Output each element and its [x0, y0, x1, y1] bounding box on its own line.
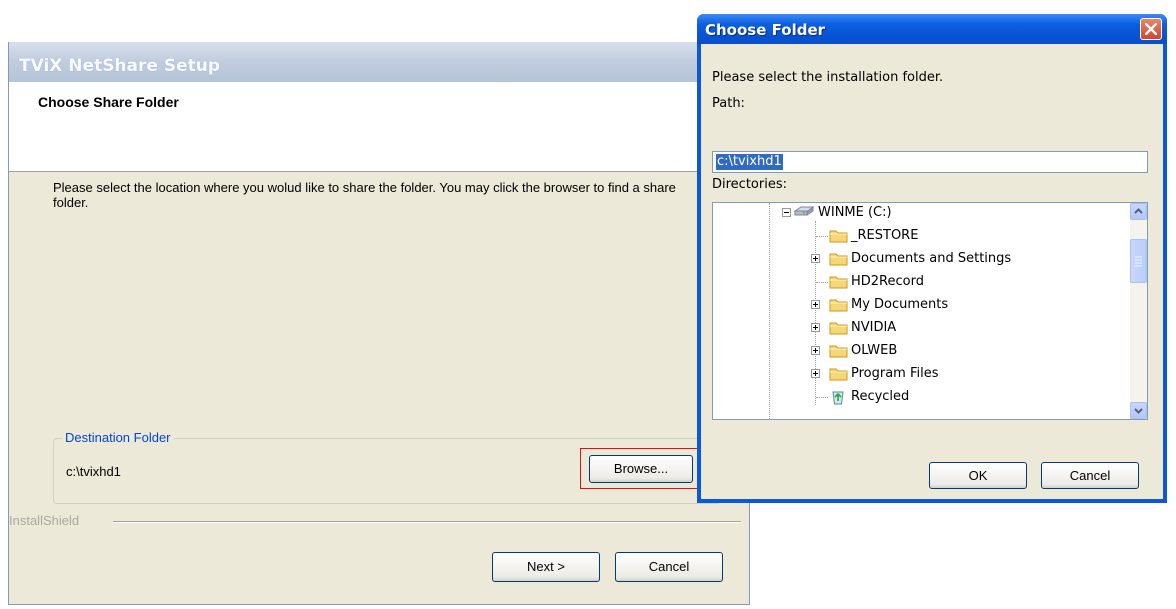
close-icon: [1145, 23, 1157, 35]
grip-icon: [1135, 256, 1142, 267]
directories-label: Directories:: [712, 177, 787, 192]
tree-item-drive[interactable]: WINME (C:): [713, 203, 1123, 224]
folder-icon: [829, 320, 849, 340]
tree-item[interactable]: Recycled: [713, 386, 1123, 408]
path-input[interactable]: c:\tvixhd1: [712, 151, 1148, 173]
setup-window-title: TViX NetShare Setup: [19, 56, 221, 76]
scroll-down-button[interactable]: [1130, 402, 1147, 419]
destination-path: c:\tvixhd1: [66, 464, 121, 479]
tree-item-label: NVIDIA: [851, 320, 897, 335]
tree-item[interactable]: _RESTORE: [713, 225, 1123, 247]
path-input-value: c:\tvixhd1: [716, 154, 783, 170]
close-button[interactable]: [1140, 18, 1162, 40]
tree-item-label: WINME (C:): [818, 205, 892, 220]
dialog-cancel-button[interactable]: Cancel: [1041, 462, 1139, 489]
tree-item[interactable]: Documents and Settings: [713, 248, 1123, 270]
browse-button[interactable]: Browse...: [589, 455, 693, 483]
cancel-button[interactable]: Cancel: [615, 552, 723, 582]
setup-description: Please select the location where you wol…: [53, 180, 676, 210]
tree-guide-line: [816, 397, 828, 398]
tree-guide-line: [816, 282, 828, 283]
tree-item[interactable]: HD2Record: [713, 271, 1123, 293]
setup-header: Choose Share Folder: [9, 82, 749, 172]
folder-icon: [829, 228, 849, 248]
folder-icon: [829, 297, 849, 317]
tree-item-label: _RESTORE: [851, 228, 919, 243]
collapse-icon[interactable]: [782, 208, 791, 217]
scroll-thumb[interactable]: [1130, 239, 1147, 283]
tree-item-label: HD2Record: [851, 274, 924, 289]
folder-icon: [829, 343, 849, 363]
brand-divider: [113, 521, 741, 523]
expand-icon[interactable]: [811, 346, 820, 355]
tree-scrollbar[interactable]: [1130, 203, 1147, 419]
tree-guide-line: [816, 236, 828, 237]
tree-item-label: Program Files: [851, 366, 939, 381]
dialog-titlebar[interactable]: Choose Folder: [697, 14, 1167, 44]
folder-icon: [829, 366, 849, 386]
tree-item[interactable]: NVIDIA: [713, 317, 1123, 339]
ok-button[interactable]: OK: [929, 462, 1027, 489]
expand-icon[interactable]: [811, 254, 820, 263]
destination-folder-label: Destination Folder: [62, 430, 174, 445]
setup-titlebar[interactable]: TViX NetShare Setup: [9, 42, 749, 82]
scroll-up-button[interactable]: [1130, 203, 1147, 220]
tree-item-label: OLWEB: [851, 343, 898, 358]
dialog-prompt: Please select the installation folder.: [712, 70, 944, 85]
folder-icon: [829, 274, 849, 294]
choose-folder-dialog: Choose Folder Please select the installa…: [697, 14, 1167, 503]
folder-icon: [829, 251, 849, 271]
expand-icon[interactable]: [811, 323, 820, 332]
dialog-client: Please select the installation folder. P…: [701, 44, 1163, 499]
path-label: Path:: [712, 96, 745, 111]
tree-item[interactable]: Program Files: [713, 363, 1123, 385]
tree-item[interactable]: My Documents: [713, 294, 1123, 316]
tree-item-label: My Documents: [851, 297, 949, 312]
tree-item-label: Recycled: [851, 389, 910, 404]
installshield-brand: InstallShield: [9, 513, 80, 528]
page-title: Choose Share Folder: [38, 94, 179, 110]
chevron-up-icon: [1134, 208, 1143, 214]
expand-icon[interactable]: [811, 369, 820, 378]
setup-window: TViX NetShare Setup Choose Share Folder …: [8, 42, 750, 605]
dialog-title: Choose Folder: [705, 21, 826, 39]
next-button[interactable]: Next >: [492, 552, 600, 582]
expand-icon[interactable]: [811, 300, 820, 309]
recycle-icon: [829, 389, 847, 409]
tree-item[interactable]: OLWEB: [713, 340, 1123, 362]
chevron-down-icon: [1134, 408, 1143, 414]
tree-item-label: Documents and Settings: [851, 251, 1012, 266]
drive-icon: [793, 205, 815, 223]
directory-tree[interactable]: WINME (C:) _RESTORE Documents and Settings…: [712, 202, 1148, 420]
